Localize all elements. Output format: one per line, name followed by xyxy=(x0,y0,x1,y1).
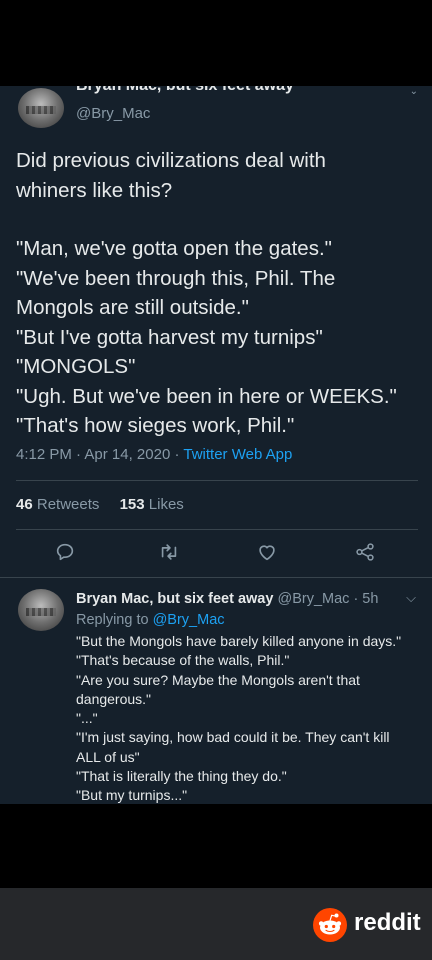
reply-text-line: "But my turnips..." xyxy=(76,787,188,804)
reddit-wordmark: reddit xyxy=(354,909,421,936)
tweet-text-line: "That's how sieges work, Phil." xyxy=(16,414,295,437)
retweets-count[interactable]: 46 xyxy=(16,496,33,513)
divider xyxy=(16,480,418,481)
tweet-text-line: "MONGOLS" xyxy=(16,355,136,378)
reply-author-name[interactable]: Bryan Mac, but six feet away xyxy=(76,591,273,607)
replying-to: Replying to @Bry_Mac xyxy=(76,612,225,628)
tweet-date: Apr 14, 2020 xyxy=(84,446,171,463)
tweet-text-line: "Ugh. But we've been in here or WEEKS." xyxy=(16,384,397,408)
tweet-text-line: "Man, we've gotta open the gates." xyxy=(16,237,332,260)
tweet-text-line: "But I've gotta harvest my turnips" xyxy=(16,325,323,349)
reply-author-avatar[interactable] xyxy=(18,589,64,631)
reply-header: Bryan Mac, but six feet away @Bry_Mac · … xyxy=(76,591,379,607)
chevron-down-icon[interactable]: ⌄ xyxy=(410,86,418,97)
tweet-screenshot: Bryan Mac, but six feet away @Bry_Mac ⌄ … xyxy=(0,86,432,804)
tweet-text: Did previous civilizations deal with whin… xyxy=(16,146,420,441)
like-icon[interactable] xyxy=(256,541,280,565)
tweet-stats: 46 Retweets 153 Likes xyxy=(16,496,184,513)
reply-text-line: dangerous." xyxy=(76,690,152,707)
reply-author-handle[interactable]: @Bry_Mac xyxy=(277,591,349,607)
reply-icon[interactable] xyxy=(54,541,78,565)
reply-age: 5h xyxy=(362,591,379,607)
replying-prefix: Replying to xyxy=(76,612,149,628)
likes-count[interactable]: 153 xyxy=(120,496,145,513)
reddit-logo-icon xyxy=(313,908,347,942)
tweet-time: 4:12 PM xyxy=(16,446,72,463)
retweet-icon[interactable] xyxy=(158,541,182,565)
replying-handle[interactable]: @Bry_Mac xyxy=(153,612,225,628)
tweet-actions xyxy=(0,541,432,567)
reply-text-line: ALL of us" xyxy=(76,748,140,765)
reply-text-line: "Are you sure? Maybe the Mongols aren't … xyxy=(76,671,360,688)
divider xyxy=(16,529,418,530)
author-handle[interactable]: @Bry_Mac xyxy=(76,105,150,122)
likes-label[interactable]: Likes xyxy=(149,496,184,513)
tweet-text-line: Did previous civilizations deal with xyxy=(16,149,326,172)
tweet-text-line: Mongols are still outside." xyxy=(16,296,249,319)
share-icon[interactable] xyxy=(354,541,378,565)
author-name[interactable]: Bryan Mac, but six feet away xyxy=(76,86,294,95)
reply-text: "But the Mongols have barely killed anyo… xyxy=(76,632,416,804)
author-avatar[interactable] xyxy=(18,88,64,128)
reply-text-line: "That's because of the walls, Phil." xyxy=(76,652,290,669)
reply-text-line: "But the Mongols have barely killed anyo… xyxy=(76,633,402,649)
tweet-text-line: "We've been through this, Phil. The xyxy=(16,266,336,290)
tweet-timestamp: 4:12 PM · Apr 14, 2020 · Twitter Web App xyxy=(16,446,293,463)
reply-text-line: "..." xyxy=(76,710,98,727)
reply-text-line: "I'm just saying, how bad could it be. T… xyxy=(76,729,390,746)
tweet-text-line: whiners like this? xyxy=(16,178,173,202)
divider xyxy=(0,577,432,578)
reply-text-line: "That is literally the thing they do." xyxy=(76,768,287,785)
tweet-text-line xyxy=(16,205,420,234)
tweet-source[interactable]: Twitter Web App xyxy=(183,446,292,463)
retweets-label[interactable]: Retweets xyxy=(37,496,100,513)
chevron-down-icon[interactable]: ⌵ xyxy=(406,590,416,606)
